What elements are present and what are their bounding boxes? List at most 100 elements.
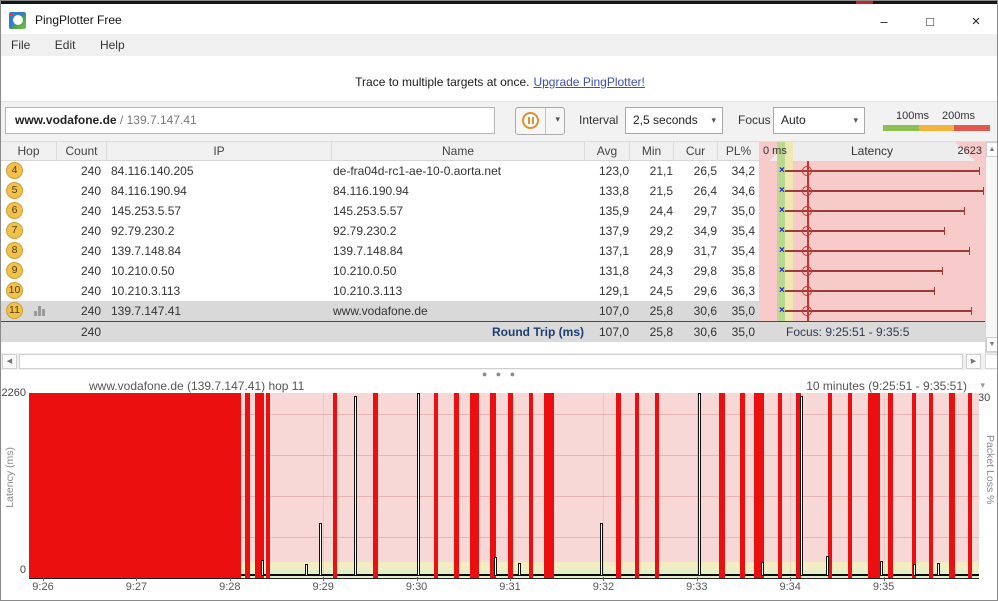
min-cell: 25,8 [649,304,673,318]
name-cell: 139.7.148.84 [333,244,404,258]
packet-loss-bar [948,393,956,578]
trace-table: Hop Count IP Name Avg Min Cur PL% 0 ms L… [1,141,997,342]
cur-cell: 30,6 [693,304,717,318]
latency-mini-graph[interactable]: × [759,181,985,201]
summary-row: 240 Round Trip (ms) 107,0 25,8 30,6 35,0… [1,321,997,342]
header-ip[interactable]: IP [106,142,331,161]
minimize-button[interactable]: – [861,7,907,37]
latency-spike [304,563,308,576]
min-marker-icon: × [779,265,785,276]
latency-max-tick [944,227,945,235]
header-avg[interactable]: Avg [584,142,629,161]
pause-button-group[interactable]: ▾ [515,107,565,135]
scroll-right-icon[interactable]: ▶ [966,354,981,369]
packet-loss-bar [654,393,660,578]
menu-edit[interactable]: Edit [45,34,86,56]
latency-graph-header: 0 ms Latency 2623 [759,142,985,161]
pause-button[interactable] [516,108,546,134]
packet-loss-bar [528,393,534,578]
min-marker-icon: × [779,205,785,216]
cur-cell: 29,7 [693,204,717,218]
min-marker-icon: × [779,185,785,196]
header-name[interactable]: Name [331,142,584,161]
pause-dropdown-arrow-icon[interactable]: ▾ [555,114,560,125]
table-row[interactable]: 11 240 139.7.147.41 www.vodafone.de 107,0 25,… [1,301,997,321]
table-row[interactable]: 7 240 92.79.230.2 92.79.230.2 137,9 29,2 34,9 3… [1,221,997,241]
legend-red-segment [954,125,991,131]
min-marker-icon: × [779,165,785,176]
table-row[interactable]: 9 240 10.210.0.50 10.210.0.50 131,8 24,3 29,8 3… [1,261,997,281]
latency-spike [880,561,884,576]
table-row[interactable]: 10 240 10.210.3.113 10.210.3.113 129,1 24,5 29… [1,281,997,301]
interval-select[interactable]: 2,5 seconds ▾ [625,107,723,134]
packet-loss-bar [453,393,459,578]
packet-loss-cell: 35,4 [731,244,755,258]
latency-time-plot[interactable] [29,393,979,579]
header-pl[interactable]: PL% [717,142,759,161]
avg-cell: 137,1 [598,244,629,258]
latency-mini-graph[interactable]: × [759,221,985,241]
latency-mini-graph[interactable]: × [759,281,985,301]
latency-spike [698,393,702,576]
latency-max-tick [964,207,965,215]
min-cell: 21,5 [649,184,673,198]
packet-loss-bar [489,393,496,578]
table-row[interactable]: 8 240 139.7.148.84 139.7.148.84 137,1 28,9 31,… [1,241,997,261]
target-input[interactable]: www.vodafone.de / 139.7.147.41 [5,107,495,134]
table-row[interactable]: 4 240 84.116.140.205 de-fra04d-rc1-ae-10-0.… [1,161,997,181]
legend-100ms-label: 100ms [896,110,930,122]
graph-timeframe[interactable]: 10 minutes (9:25:51 - 9:35:51) [806,379,967,393]
scroll-down-icon[interactable]: ▼ [986,337,997,352]
chevron-down-icon[interactable]: ▾ [980,380,985,391]
x-tick-label: 9:32 [592,581,615,593]
header-count[interactable]: Count [56,142,106,161]
packet-loss-bar [967,393,973,578]
scroll-up-icon[interactable]: ▲ [986,142,997,157]
latency-spike [600,522,604,576]
packet-loss-bar [373,393,378,578]
header-cur[interactable]: Cur [673,142,717,161]
hop-number-badge: 4 [6,162,23,179]
latency-max-tick [983,187,984,195]
x-axis-labels: 9:26 9:27 9:28 9:29 9:30 9:31 9:32 9:33 9:34 9:35 [29,577,979,595]
latency-mini-graph[interactable]: × [759,301,985,321]
name-cell: 145.253.5.57 [333,204,404,218]
min-cell: 24,5 [649,284,673,298]
horizontal-scrollbar[interactable]: ◀ ▶ [1,353,997,370]
latency-mini-graph[interactable]: × [759,261,985,281]
horizontal-scrollbar-track[interactable] [19,354,963,369]
title-bar: PingPlotter Free – □ × [1,4,997,37]
table-row[interactable]: 6 240 145.253.5.57 145.253.5.57 135,9 24,4 29,… [1,201,997,221]
scroll-left-icon[interactable]: ◀ [2,354,17,369]
pingplotter-window: PingPlotter Free – □ × File Edit Help Tr… [0,0,998,601]
latency-spike [260,559,264,576]
focus-select[interactable]: Auto ▾ [773,107,865,134]
name-cell: de-fra04d-rc1-ae-10-0.aorta.net [333,164,502,178]
summary-pl: 35,0 [731,325,755,339]
close-button[interactable]: × [953,7,997,37]
upgrade-link[interactable]: Upgrade PingPlotter! [533,75,644,89]
gridline [883,393,885,578]
latency-mini-graph[interactable]: × [759,201,985,221]
packet-loss-bar [847,393,853,578]
x-tick-label: 9:29 [312,581,334,593]
header-hop[interactable]: Hop [1,142,56,161]
cur-cell: 26,4 [693,184,717,198]
window-title: PingPlotter Free [35,13,122,27]
target-host: www.vodafone.de [15,113,117,127]
y-axis-min-label: 0 [19,564,26,576]
latency-spike [318,522,322,576]
latency-mini-graph[interactable]: × [759,161,985,181]
menu-help[interactable]: Help [90,34,135,56]
x-tick-label: 9:26 [32,581,54,593]
x-tick-label: 9:31 [499,581,521,593]
packet-loss-bar [265,393,271,578]
header-min[interactable]: Min [629,142,673,161]
latency-scale-scrollbar[interactable]: ▲ ▼ [985,141,997,353]
latency-mini-graph[interactable]: × [759,241,985,261]
table-row[interactable]: 5 240 84.116.190.94 84.116.190.94 133,8 21,5 2… [1,181,997,201]
packet-loss-cell: 34,2 [731,164,755,178]
menu-file[interactable]: File [1,34,40,56]
packet-loss-bar [469,393,479,578]
maximize-button[interactable]: □ [907,7,953,37]
